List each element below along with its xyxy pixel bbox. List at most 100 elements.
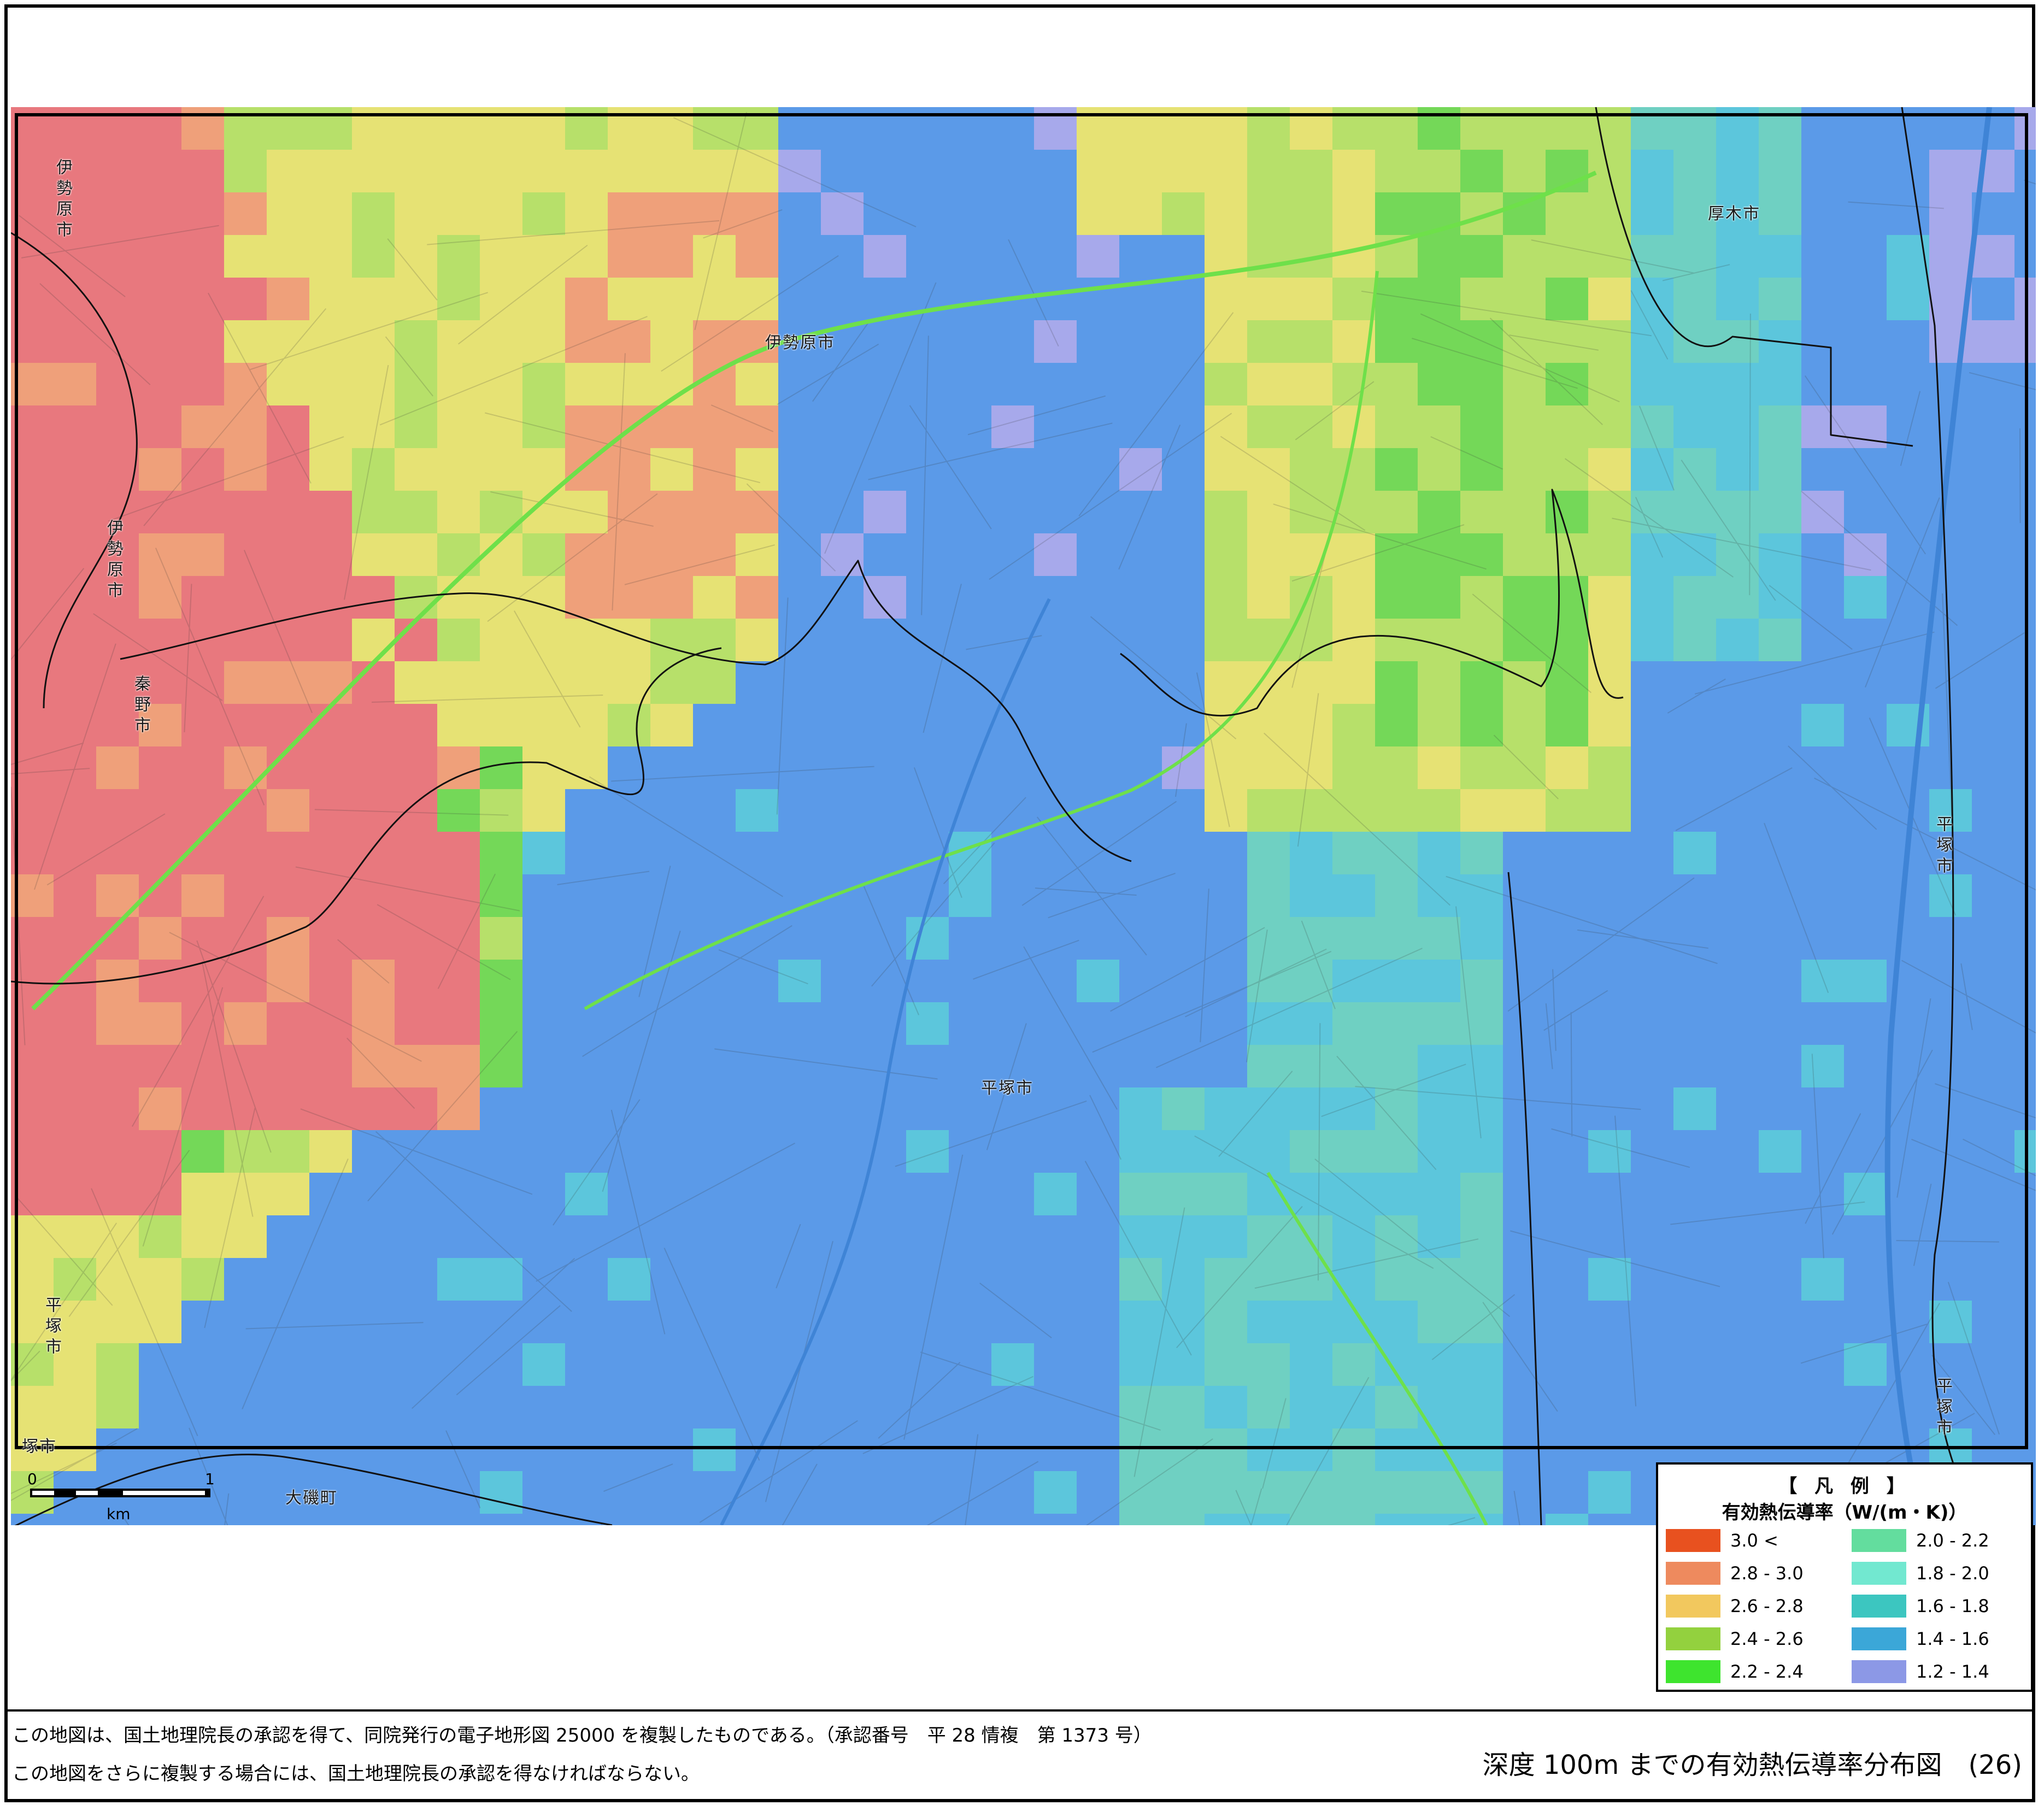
conductivity-cell	[608, 661, 651, 704]
conductivity-cell	[1375, 1386, 1418, 1429]
conductivity-cell	[1119, 1386, 1162, 1429]
conductivity-cell	[1332, 874, 1376, 918]
conductivity-cell	[139, 960, 182, 1003]
conductivity-cell	[181, 1258, 225, 1301]
conductivity-cell	[1119, 1215, 1162, 1259]
conductivity-cell	[11, 448, 54, 491]
conductivity-cell	[54, 1215, 97, 1259]
conductivity-cell	[693, 874, 736, 918]
conductivity-cell	[608, 363, 651, 406]
conductivity-cell	[1460, 1428, 1503, 1472]
conductivity-cell	[693, 1386, 736, 1429]
conductivity-cell	[1716, 150, 1759, 193]
conductivity-cell	[1162, 1471, 1205, 1514]
conductivity-cell	[650, 661, 694, 704]
thermal-conductivity-map[interactable]	[11, 107, 2036, 1525]
conductivity-cell	[1205, 832, 1248, 875]
conductivity-cell	[1801, 746, 1845, 790]
conductivity-cell	[267, 1514, 310, 1525]
conductivity-cell	[1332, 1173, 1376, 1216]
conductivity-cell	[1673, 746, 1717, 790]
conductivity-cell	[1290, 789, 1333, 832]
conductivity-cell	[1034, 405, 1077, 449]
conductivity-cell	[267, 1130, 310, 1173]
conductivity-cell	[736, 491, 779, 534]
conductivity-cell	[11, 1087, 54, 1131]
conductivity-cell	[1375, 1258, 1418, 1301]
conductivity-cell	[1716, 1258, 1759, 1301]
conductivity-cell	[1460, 619, 1503, 662]
conductivity-cell	[309, 491, 353, 534]
conductivity-cell	[608, 491, 651, 534]
conductivity-cell	[949, 1215, 992, 1259]
conductivity-cell	[906, 1130, 949, 1173]
conductivity-cell	[1631, 746, 1674, 790]
conductivity-cell	[1034, 619, 1077, 662]
conductivity-cell	[1844, 832, 1887, 875]
conductivity-cell	[11, 533, 54, 577]
conductivity-cell	[437, 533, 480, 577]
conductivity-cell	[1503, 1215, 1546, 1259]
conductivity-cell	[1375, 1173, 1418, 1216]
conductivity-cell	[821, 874, 864, 918]
conductivity-cell	[821, 1386, 864, 1429]
conductivity-cell	[1801, 1386, 1845, 1429]
conductivity-cell	[480, 1301, 523, 1344]
conductivity-cell	[309, 1258, 353, 1301]
conductivity-cell	[778, 405, 821, 449]
legend-swatch	[1852, 1562, 1906, 1585]
conductivity-cell	[1673, 448, 1717, 491]
conductivity-cell	[1759, 150, 1802, 193]
conductivity-cell	[991, 320, 1035, 363]
legend-swatch	[1852, 1627, 1906, 1650]
conductivity-cell	[11, 1002, 54, 1045]
conductivity-cell	[906, 1514, 949, 1525]
conductivity-cell	[778, 1045, 821, 1088]
conductivity-cell	[906, 661, 949, 704]
conductivity-cell	[1759, 1258, 1802, 1301]
conductivity-cell	[949, 1514, 992, 1525]
conductivity-cell	[693, 405, 736, 449]
conductivity-cell	[224, 405, 267, 449]
conductivity-cell	[395, 1258, 438, 1301]
conductivity-cell	[1332, 1087, 1376, 1131]
scale-one-label: 1	[205, 1470, 215, 1488]
conductivity-cell	[1418, 1130, 1461, 1173]
conductivity-cell	[1418, 1343, 1461, 1386]
conductivity-cell	[1077, 1130, 1120, 1173]
conductivity-cell	[1929, 235, 1972, 278]
conductivity-cell	[821, 789, 864, 832]
conductivity-cell	[991, 874, 1035, 918]
conductivity-cell	[352, 746, 395, 790]
conductivity-cell	[522, 1386, 566, 1429]
conductivity-cell	[181, 917, 225, 960]
conductivity-cell	[1375, 363, 1418, 406]
conductivity-cell	[1418, 1386, 1461, 1429]
conductivity-cell	[11, 278, 54, 321]
conductivity-cell	[1631, 1045, 1674, 1088]
conductivity-cell	[1119, 1514, 1162, 1525]
conductivity-cell	[565, 576, 608, 619]
conductivity-cell	[1034, 448, 1077, 491]
conductivity-cell	[1034, 576, 1077, 619]
conductivity-cell	[1375, 1471, 1418, 1514]
conductivity-cell	[906, 107, 949, 150]
conductivity-cell	[395, 746, 438, 790]
scale-bar-segment	[32, 1491, 54, 1495]
conductivity-cell	[1673, 789, 1717, 832]
conductivity-cell	[2014, 576, 2036, 619]
conductivity-cell	[949, 1301, 992, 1344]
conductivity-cell	[181, 874, 225, 918]
conductivity-cell	[1247, 320, 1290, 363]
conductivity-cell	[139, 405, 182, 449]
map-area[interactable]	[11, 107, 2036, 1525]
conductivity-cell	[1801, 150, 1845, 193]
conductivity-cell	[267, 278, 310, 321]
conductivity-cell	[1077, 1215, 1120, 1259]
conductivity-cell	[1844, 150, 1887, 193]
conductivity-cell	[11, 619, 54, 662]
conductivity-cell	[1077, 1173, 1120, 1216]
conductivity-cell	[1460, 1173, 1503, 1216]
conductivity-cell	[1972, 1045, 2015, 1088]
conductivity-cell	[565, 448, 608, 491]
